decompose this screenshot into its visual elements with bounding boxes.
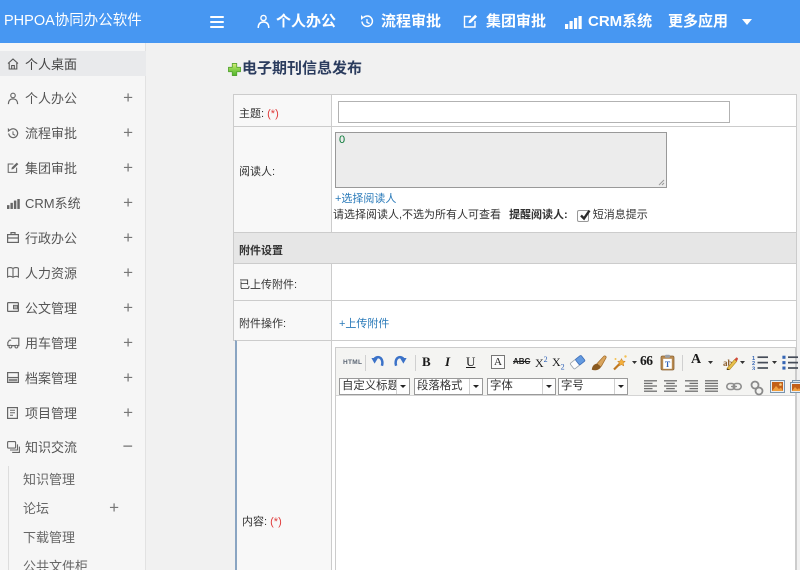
svg-text:T: T	[665, 360, 671, 369]
svg-text:3: 3	[752, 366, 755, 370]
